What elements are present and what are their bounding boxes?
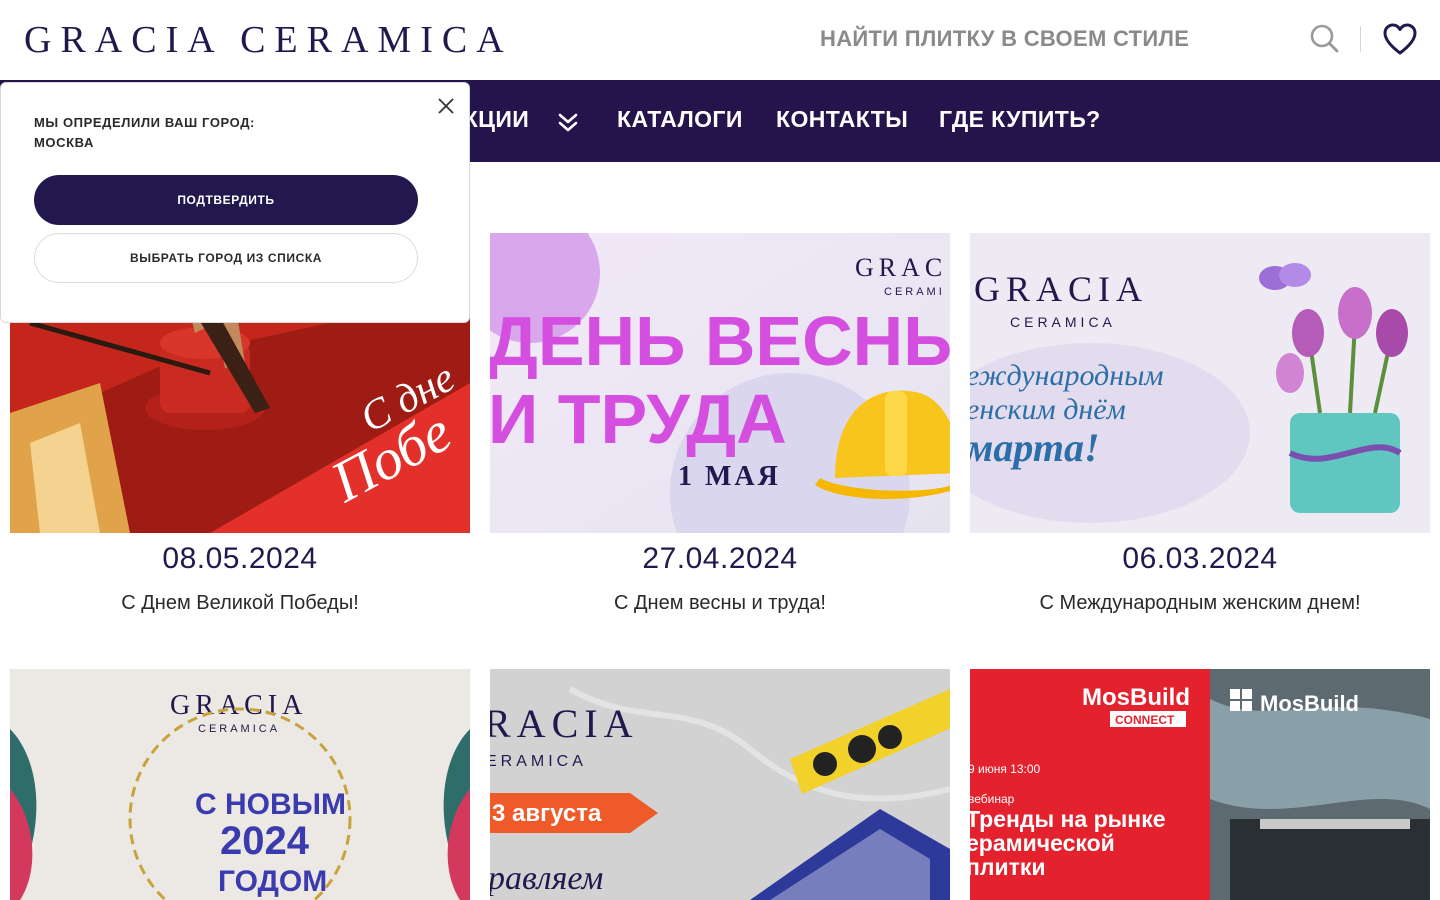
news-image[interactable]: GRACIA CERAMICA С НОВЫМ 2024 ГОДОМ bbox=[10, 669, 470, 900]
image-text: вебинар bbox=[970, 792, 1015, 806]
news-title[interactable]: С Днем Великой Победы! bbox=[10, 592, 470, 615]
city-question-text: МЫ ОПРЕДЕЛИЛИ ВАШ ГОРОД: bbox=[34, 115, 255, 130]
news-image[interactable]: GRACIA CERAMICA еждународным енским днём… bbox=[970, 233, 1430, 533]
image-text: еждународным bbox=[970, 359, 1164, 392]
brand-logo[interactable]: GRACIA CERAMICA bbox=[24, 18, 513, 62]
image-text: И ТРУДА bbox=[490, 380, 787, 458]
image-text: RACIA bbox=[490, 701, 638, 746]
city-question: МЫ ОПРЕДЕЛИЛИ ВАШ ГОРОД: МОСКВА bbox=[34, 113, 255, 153]
choose-city-button[interactable]: ВЫБРАТЬ ГОРОД ИЗ СПИСКА bbox=[34, 233, 418, 283]
image-text: 3 августа bbox=[492, 800, 602, 827]
image-text: 1 МАЯ bbox=[678, 461, 781, 492]
image-text: равляем bbox=[490, 860, 603, 897]
nav-item-catalogs[interactable]: КАТАЛОГИ bbox=[617, 106, 743, 133]
close-icon[interactable] bbox=[437, 97, 455, 115]
image-text: Тренды на рынке bbox=[970, 806, 1166, 832]
image-text: енским днём bbox=[970, 393, 1126, 426]
header-divider bbox=[1360, 26, 1361, 52]
image-text: плитки bbox=[970, 854, 1046, 880]
news-card[interactable]: MosBuild CONNECT 9 июня 13:00 вебинар Тр… bbox=[970, 669, 1430, 900]
news-date: 06.03.2024 bbox=[1122, 542, 1278, 575]
image-text: MosBuild bbox=[1082, 684, 1190, 711]
image-text: CERAMI bbox=[884, 286, 945, 298]
nav-item-where-to-buy[interactable]: ГДЕ КУПИТЬ? bbox=[939, 106, 1101, 133]
image-text: CERAMICA bbox=[1010, 314, 1116, 330]
city-confirm-popup: МЫ ОПРЕДЕЛИЛИ ВАШ ГОРОД: МОСКВА ПОДТВЕРД… bbox=[0, 82, 470, 323]
news-date: 27.04.2024 bbox=[642, 542, 798, 575]
news-card[interactable]: GRAC CERAMI ДЕНЬ ВЕСНЫ И ТРУДА 1 МАЯ bbox=[490, 233, 950, 533]
image-text: CONNECT bbox=[1115, 713, 1175, 727]
news-card[interactable]: GRACIA CERAMICA еждународным енским днём… bbox=[970, 233, 1430, 533]
image-text: ДЕНЬ ВЕСНЫ bbox=[490, 302, 950, 380]
news-image[interactable]: GRAC CERAMI ДЕНЬ ВЕСНЫ И ТРУДА 1 МАЯ bbox=[490, 233, 950, 533]
image-text: MosBuild bbox=[1260, 691, 1359, 716]
chevron-double-down-icon[interactable] bbox=[556, 110, 580, 134]
news-title[interactable]: С Днем весны и труда! bbox=[490, 592, 950, 615]
image-text: GRAC bbox=[855, 253, 947, 282]
news-image[interactable]: MosBuild CONNECT 9 июня 13:00 вебинар Тр… bbox=[970, 669, 1430, 900]
news-card[interactable]: GRACIA CERAMICA С НОВЫМ 2024 ГОДОМ bbox=[10, 669, 470, 900]
news-date: 08.05.2024 bbox=[162, 542, 318, 575]
image-text: 9 июня 13:00 bbox=[970, 762, 1041, 776]
search-icon[interactable] bbox=[1308, 22, 1340, 54]
nav-item-contacts[interactable]: КОНТАКТЫ bbox=[776, 106, 908, 133]
image-text: ERAMICA bbox=[490, 753, 587, 770]
image-text: С НОВЫМ bbox=[195, 788, 346, 821]
heart-icon[interactable] bbox=[1382, 22, 1418, 56]
image-text: марта! bbox=[970, 425, 1100, 470]
image-text: ерамической bbox=[970, 830, 1115, 856]
confirm-city-button[interactable]: ПОДТВЕРДИТЬ bbox=[34, 175, 418, 225]
news-card[interactable]: RACIA ERAMICA 3 августа равляем bbox=[490, 669, 950, 900]
detected-city: МОСКВА bbox=[34, 135, 94, 150]
image-text: 2024 bbox=[220, 819, 310, 863]
news-image[interactable]: RACIA ERAMICA 3 августа равляем bbox=[490, 669, 950, 900]
image-text: ГОДОМ bbox=[218, 865, 327, 898]
image-text: GRACIA bbox=[170, 690, 307, 721]
news-title[interactable]: С Международным женским днем! bbox=[970, 592, 1430, 615]
site-header: GRACIA CERAMICA НАЙТИ ПЛИТКУ В СВОЕМ СТИ… bbox=[0, 0, 1440, 80]
search-input[interactable]: НАЙТИ ПЛИТКУ В СВОЕМ СТИЛЕ bbox=[820, 26, 1189, 52]
image-text: GRACIA bbox=[974, 269, 1148, 309]
image-text: CERAMICA bbox=[198, 723, 280, 735]
